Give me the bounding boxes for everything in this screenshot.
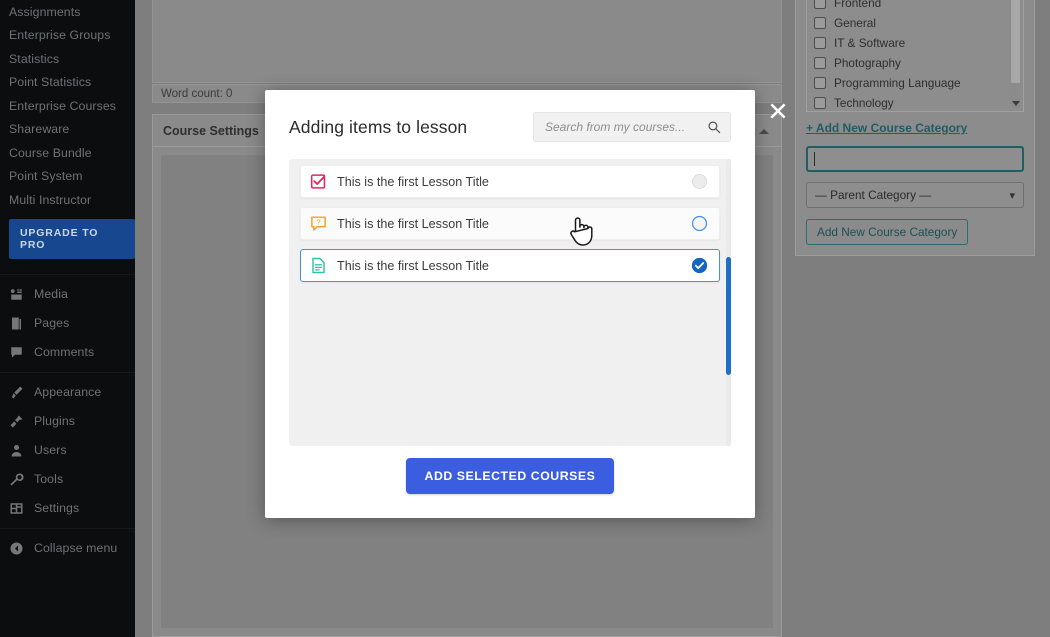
radio-hover-icon[interactable] xyxy=(691,215,708,232)
course-items-list: This is the first Lesson Title ? This is… xyxy=(289,159,731,446)
list-scrollbar[interactable] xyxy=(726,159,731,446)
lesson-document-icon xyxy=(310,257,327,274)
screen-root: Assignments Enterprise Groups Statistics… xyxy=(0,0,1050,637)
list-item[interactable]: This is the first Lesson Title xyxy=(300,165,720,198)
search-box[interactable] xyxy=(533,112,731,142)
modal-header: Adding items to lesson xyxy=(265,90,755,142)
add-selected-courses-button[interactable]: ADD SELECTED COURSES xyxy=(405,458,615,494)
svg-text:?: ? xyxy=(316,218,320,227)
list-item[interactable]: ? This is the first Lesson Title xyxy=(300,207,720,240)
radio-selected-check-icon[interactable] xyxy=(691,257,708,274)
search-input[interactable] xyxy=(534,113,730,141)
modal-footer: ADD SELECTED COURSES xyxy=(265,434,755,518)
list-item-title: This is the first Lesson Title xyxy=(337,174,489,189)
add-items-modal: Adding items to lesson This is xyxy=(265,90,755,518)
list-item-title: This is the first Lesson Title xyxy=(337,258,489,273)
close-icon[interactable] xyxy=(769,102,787,120)
list-item-title: This is the first Lesson Title xyxy=(337,216,489,231)
quiz-question-bubble-icon: ? xyxy=(310,215,327,232)
scrollbar-thumb[interactable] xyxy=(726,257,731,375)
modal-title: Adding items to lesson xyxy=(289,116,468,137)
assignment-checkbox-icon xyxy=(310,173,327,190)
list-item[interactable]: This is the first Lesson Title xyxy=(300,249,720,282)
search-icon[interactable] xyxy=(707,120,721,134)
radio-unselected-icon[interactable] xyxy=(691,173,708,190)
